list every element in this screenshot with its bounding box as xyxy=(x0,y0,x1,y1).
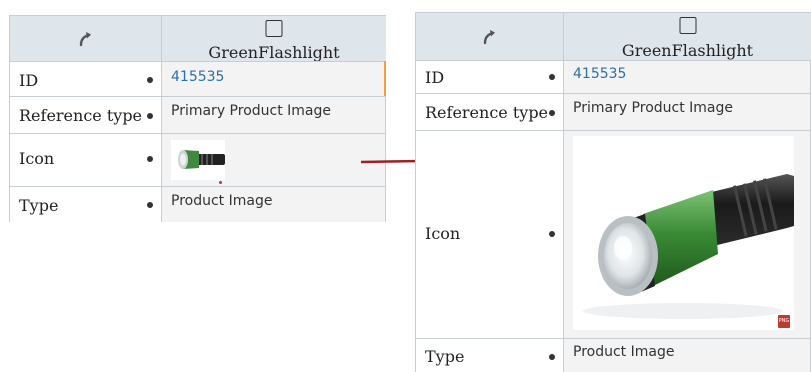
row-menu-dot[interactable] xyxy=(549,231,555,237)
row-menu-dot[interactable] xyxy=(147,156,153,162)
table-row-icon: Icon xyxy=(10,133,385,186)
row-label: Icon xyxy=(19,149,55,168)
reference-type-value: Primary Product Image xyxy=(573,100,734,116)
table-row-icon: Icon xyxy=(416,130,810,338)
row-label: Type xyxy=(19,196,59,215)
select-checkbox[interactable] xyxy=(679,17,696,34)
header-action-cell xyxy=(10,16,162,61)
flashlight-image xyxy=(583,174,794,319)
row-value-cell: PNG xyxy=(564,131,810,338)
row-label-cell: Type xyxy=(416,339,564,372)
header-action-cell xyxy=(416,13,564,60)
table-row-reference-type: Reference type Primary Product Image xyxy=(10,96,385,133)
row-value-cell: Product Image xyxy=(564,339,810,372)
properties-table-expanded: GreenFlashlight ID 415535 Reference type… xyxy=(415,12,811,372)
column-header: GreenFlashlight xyxy=(162,16,386,62)
row-label-cell: Icon xyxy=(10,134,162,186)
focus-highlight xyxy=(384,61,386,96)
row-value-cell: Primary Product Image xyxy=(564,94,810,130)
properties-table-collapsed: GreenFlashlight ID 415535 Reference type… xyxy=(9,15,386,222)
flashlight-image xyxy=(178,150,225,169)
row-label-cell: Reference type xyxy=(10,97,162,133)
file-type-marker xyxy=(219,181,222,184)
refresh-icon[interactable] xyxy=(76,29,96,49)
row-value-cell: Primary Product Image xyxy=(162,97,385,133)
row-menu-dot[interactable] xyxy=(549,110,555,116)
refresh-icon[interactable] xyxy=(480,27,500,47)
product-image-preview[interactable] xyxy=(573,136,794,330)
row-label: Reference type xyxy=(425,103,549,122)
column-header: GreenFlashlight xyxy=(564,13,811,60)
type-value: Product Image xyxy=(573,344,675,360)
row-menu-dot[interactable] xyxy=(549,354,555,360)
row-menu-dot[interactable] xyxy=(147,113,153,119)
row-label-cell: ID xyxy=(10,62,162,96)
row-label-cell: Icon xyxy=(416,131,564,338)
column-title: GreenFlashlight xyxy=(621,41,754,60)
row-label-cell: ID xyxy=(416,61,564,93)
table-row-type: Type Product Image xyxy=(416,338,810,372)
column-title: GreenFlashlight xyxy=(208,43,340,62)
select-checkbox[interactable] xyxy=(265,20,283,37)
row-label-cell: Type xyxy=(10,187,162,222)
row-label: Icon xyxy=(425,224,461,243)
product-image-thumbnail[interactable] xyxy=(171,140,225,180)
row-menu-dot[interactable] xyxy=(147,202,153,208)
reference-type-value: Primary Product Image xyxy=(171,103,332,119)
row-label: Reference type xyxy=(19,106,143,125)
row-menu-dot[interactable] xyxy=(549,74,555,80)
row-value-cell: 415535 xyxy=(162,62,385,96)
row-value-cell: 415535 xyxy=(564,61,810,93)
row-menu-dot[interactable] xyxy=(147,77,153,83)
table-row-reference-type: Reference type Primary Product Image xyxy=(416,93,810,130)
id-link[interactable]: 415535 xyxy=(171,69,224,85)
table-row-id: ID 415535 xyxy=(10,61,385,96)
id-link[interactable]: 415535 xyxy=(573,66,626,82)
png-file-icon: PNG xyxy=(778,315,790,328)
row-value-cell xyxy=(162,134,385,186)
row-value-cell: Product Image xyxy=(162,187,385,222)
row-label: ID xyxy=(19,71,39,90)
table-row-type: Type Product Image xyxy=(10,186,385,222)
row-label: ID xyxy=(425,68,445,87)
row-label: Type xyxy=(425,347,465,366)
table-row-id: ID 415535 xyxy=(416,60,810,93)
row-label-cell: Reference type xyxy=(416,94,564,130)
type-value: Product Image xyxy=(171,193,273,209)
